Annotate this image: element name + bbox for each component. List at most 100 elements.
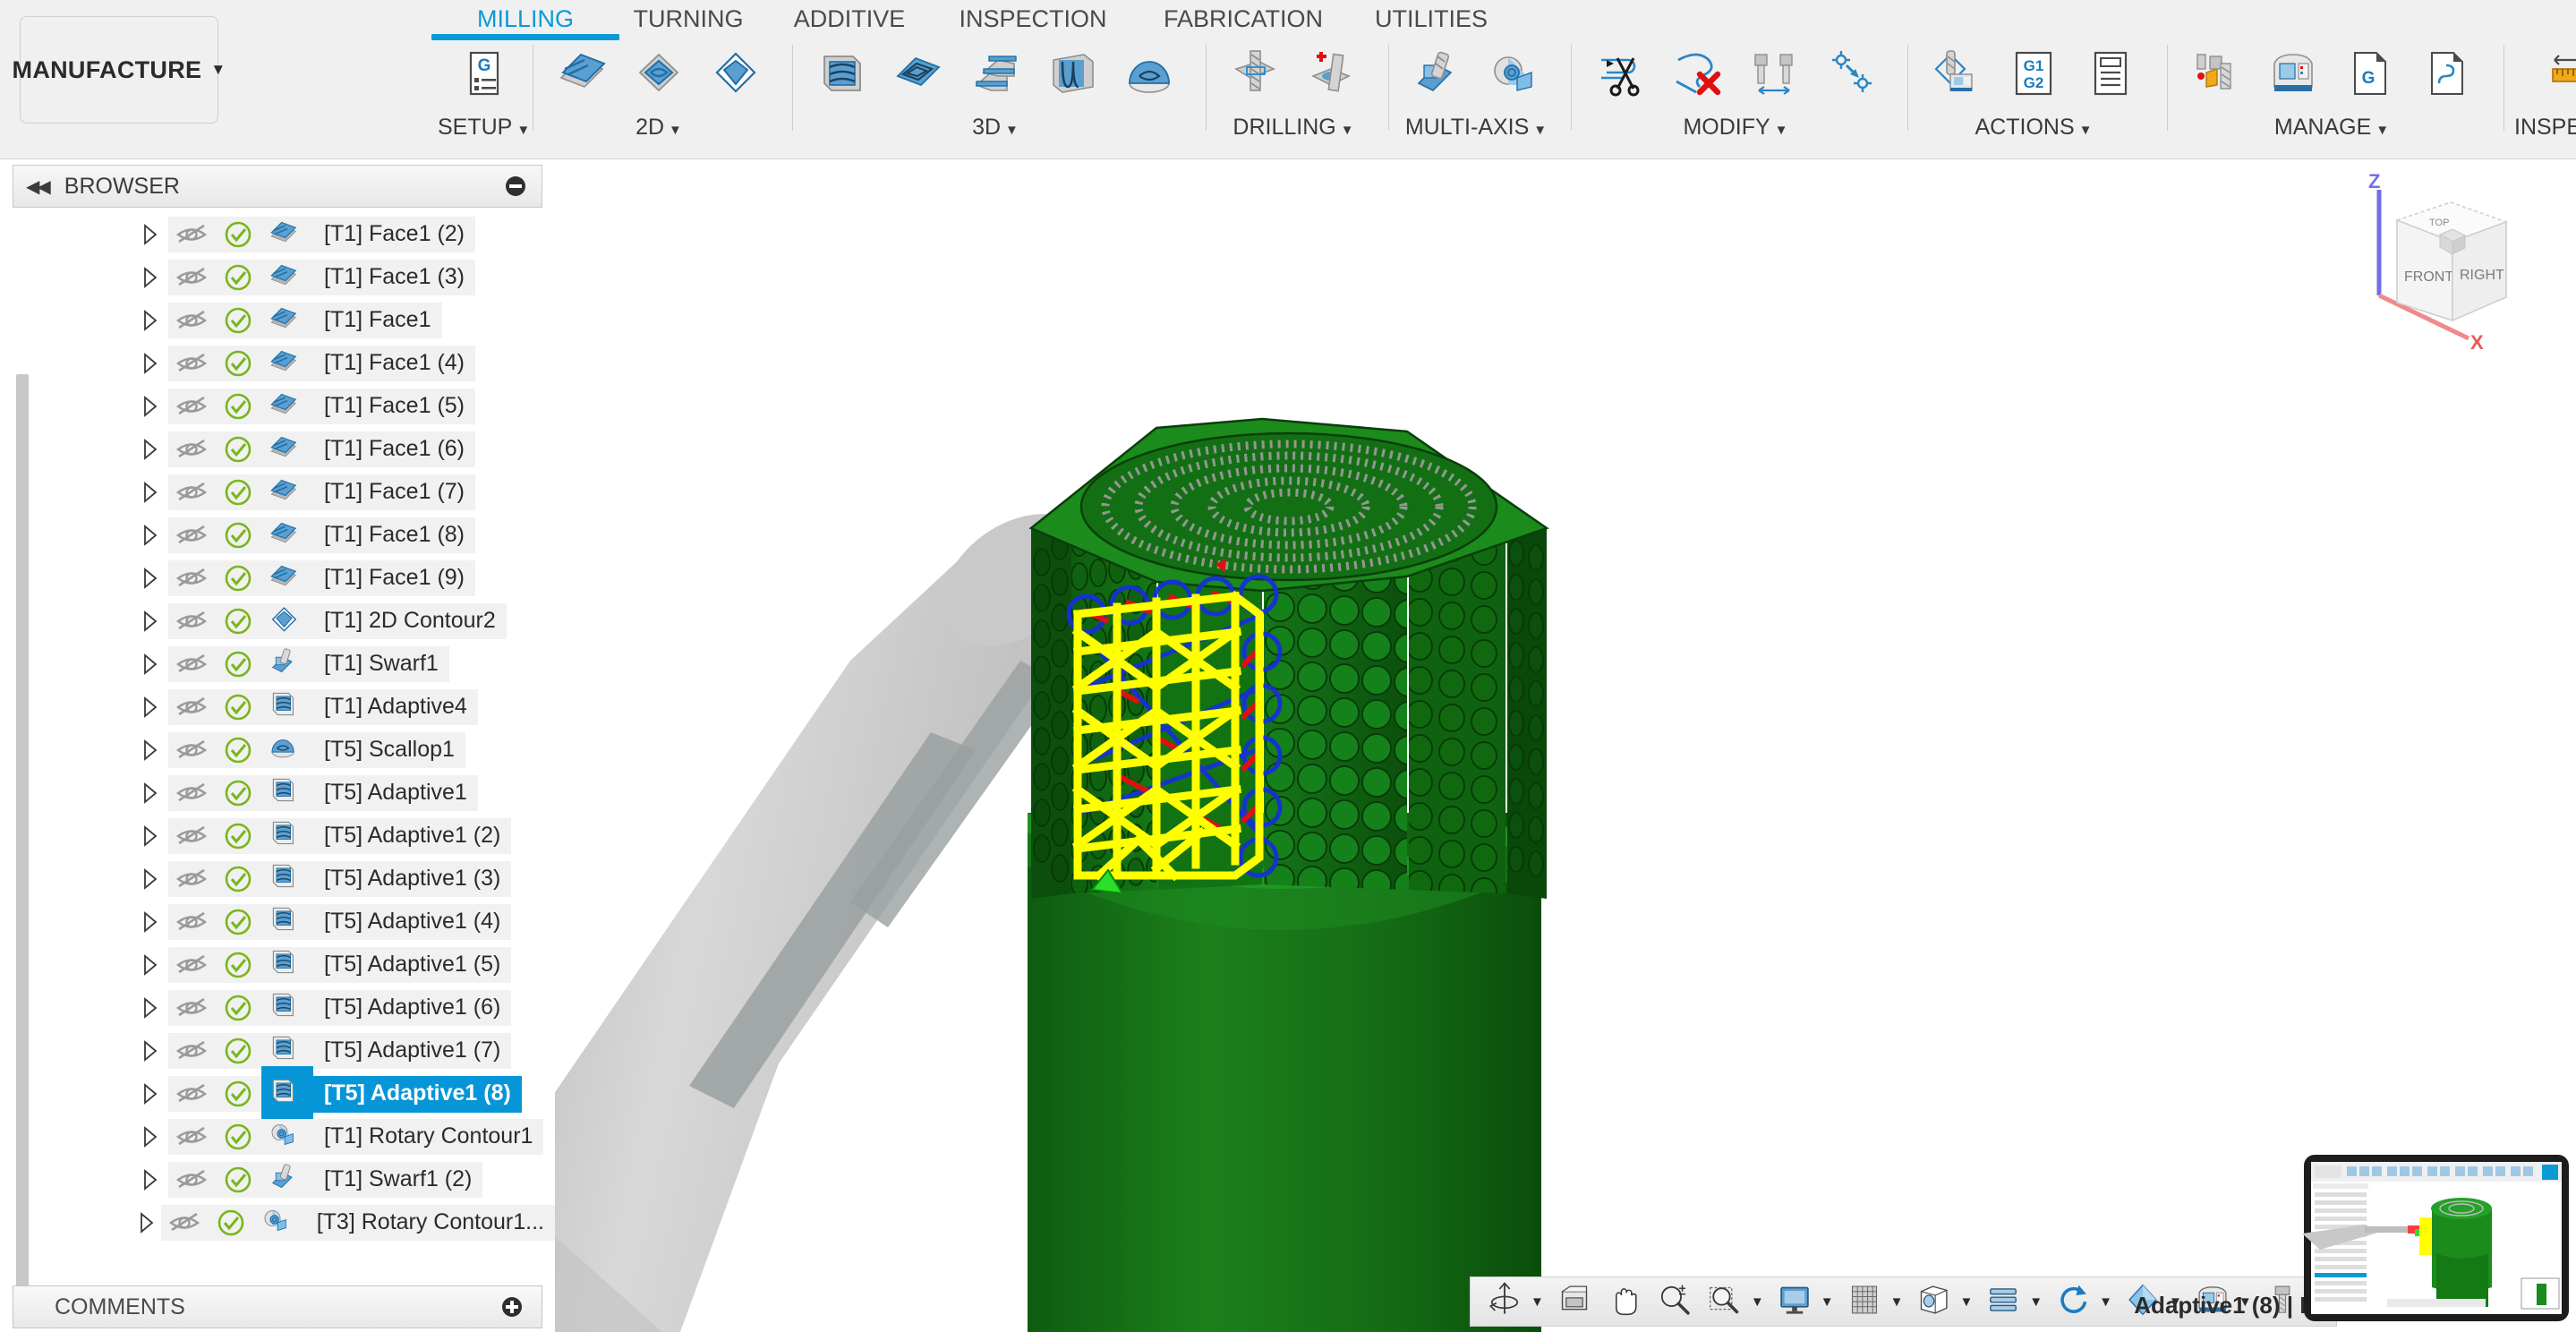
expand-arrow-icon[interactable]: [132, 309, 168, 332]
visibility-hidden-icon[interactable]: [168, 1120, 215, 1154]
ribbon-button-tool-library[interactable]: [2178, 36, 2255, 111]
visibility-hidden-icon[interactable]: [168, 389, 215, 423]
valid-check-icon[interactable]: [215, 1163, 261, 1197]
visibility-hidden-icon[interactable]: [168, 346, 215, 380]
chevron-down-icon[interactable]: ▼: [1890, 1294, 1904, 1310]
nav-zoom-window-button[interactable]: ▼: [1700, 1272, 1770, 1332]
browser-header[interactable]: ◀◀ BROWSER: [13, 165, 542, 208]
add-comment-icon[interactable]: [502, 1297, 522, 1317]
ribbon-button-face[interactable]: [543, 36, 620, 111]
ribbon-button-post-process[interactable]: G: [2332, 36, 2409, 111]
view-cube[interactable]: Z X TOP FRONT RIGHT: [2343, 170, 2558, 376]
valid-check-icon[interactable]: [215, 647, 261, 681]
ribbon-button-measure-ruler[interactable]: [2533, 36, 2576, 111]
expand-arrow-icon[interactable]: [132, 1039, 168, 1063]
expand-arrow-icon[interactable]: [132, 781, 168, 805]
visibility-hidden-icon[interactable]: [168, 991, 215, 1025]
valid-check-icon[interactable]: [215, 260, 261, 295]
ribbon-button-machine-library[interactable]: [2255, 36, 2332, 111]
expand-arrow-icon[interactable]: [132, 223, 168, 246]
ribbon-button-adaptive-3d[interactable]: [803, 36, 880, 111]
expand-arrow-icon[interactable]: [132, 438, 168, 461]
chevron-down-icon[interactable]: ▼: [1821, 1294, 1834, 1310]
visibility-hidden-icon[interactable]: [168, 647, 215, 681]
chevron-down-icon[interactable]: ▼: [2029, 1294, 2043, 1310]
expand-arrow-icon[interactable]: [132, 1168, 168, 1191]
visibility-hidden-icon[interactable]: [168, 819, 215, 853]
chevron-down-icon[interactable]: ▼: [1751, 1294, 1764, 1310]
ribbon-group-label[interactable]: MULTI-AXIS ▼: [1405, 115, 1547, 141]
valid-check-icon[interactable]: [215, 1120, 261, 1154]
workspace-switcher-button[interactable]: MANUFACTURE ▼: [13, 16, 226, 124]
ribbon-group-label[interactable]: SETUP ▼: [438, 115, 530, 141]
valid-check-icon[interactable]: [215, 303, 261, 337]
visibility-hidden-icon[interactable]: [168, 905, 215, 939]
expand-arrow-icon[interactable]: [132, 481, 168, 504]
valid-check-icon[interactable]: [208, 1206, 254, 1240]
3d-canvas[interactable]: Z X TOP FRONT RIGHT ▼▼▼▼▼▼▼▼▼▼: [555, 159, 2576, 1332]
valid-check-icon[interactable]: [215, 518, 261, 552]
expand-arrow-icon[interactable]: [132, 524, 168, 547]
nav-look-at-button[interactable]: [1549, 1272, 1599, 1332]
nav-grid-snap-button[interactable]: ▼: [1839, 1272, 1909, 1332]
ribbon-button-parallel[interactable]: [1034, 36, 1111, 111]
valid-check-icon[interactable]: [215, 862, 261, 896]
expand-arrow-icon[interactable]: [132, 395, 168, 418]
visibility-hidden-icon[interactable]: [168, 561, 215, 595]
visibility-hidden-icon[interactable]: [168, 862, 215, 896]
valid-check-icon[interactable]: [215, 733, 261, 767]
ribbon-button-contour-2d[interactable]: [697, 36, 774, 111]
valid-check-icon[interactable]: [215, 819, 261, 853]
ribbon-button-drill[interactable]: [1216, 36, 1293, 111]
ribbon-group-label[interactable]: DRILLING ▼: [1233, 115, 1353, 141]
valid-check-icon[interactable]: [215, 948, 261, 982]
ribbon-button-delete-toolpath[interactable]: [1659, 36, 1736, 111]
expand-arrow-icon[interactable]: [132, 352, 168, 375]
nav-viewports-button[interactable]: ▼: [1908, 1272, 1978, 1332]
nav-orbit-button[interactable]: ▼: [1480, 1272, 1549, 1332]
visibility-hidden-icon[interactable]: [168, 518, 215, 552]
ribbon-group-label[interactable]: 2D ▼: [635, 115, 682, 141]
visibility-hidden-icon[interactable]: [168, 690, 215, 724]
ribbon-group-label[interactable]: INSPECT▼: [2514, 115, 2576, 141]
collapse-left-icon[interactable]: ◀◀: [26, 175, 51, 198]
expand-arrow-icon[interactable]: [132, 610, 168, 633]
visibility-hidden-icon[interactable]: [168, 218, 215, 252]
valid-check-icon[interactable]: [215, 604, 261, 638]
nav-zoom-button[interactable]: [1650, 1272, 1700, 1332]
valid-check-icon[interactable]: [215, 432, 261, 466]
comments-panel-header[interactable]: COMMENTS: [13, 1285, 542, 1328]
ribbon-button-pocket-3d[interactable]: [880, 36, 957, 111]
ribbon-button-nc-program[interactable]: [2409, 36, 2486, 111]
visibility-hidden-icon[interactable]: [168, 1034, 215, 1068]
ribbon-group-label[interactable]: MODIFY ▼: [1683, 115, 1787, 141]
expand-arrow-icon[interactable]: [132, 739, 168, 762]
valid-check-icon[interactable]: [215, 1077, 261, 1111]
visibility-hidden-icon[interactable]: [168, 475, 215, 509]
chevron-down-icon[interactable]: ▼: [1531, 1294, 1544, 1310]
visibility-hidden-icon[interactable]: [168, 303, 215, 337]
nav-toolpath-display-button[interactable]: ▼: [1978, 1272, 2048, 1332]
expand-arrow-icon[interactable]: [132, 1082, 168, 1106]
visibility-hidden-icon[interactable]: [168, 604, 215, 638]
valid-check-icon[interactable]: [215, 776, 261, 810]
expand-arrow-icon[interactable]: [132, 824, 168, 848]
ribbon-tab-utilities[interactable]: UTILITIES: [1315, 0, 1548, 33]
nav-pan-hand-button[interactable]: [1599, 1272, 1650, 1332]
expand-arrow-icon[interactable]: [132, 266, 168, 289]
ribbon-group-label[interactable]: ACTIONS ▼: [1975, 115, 2093, 141]
expand-arrow-icon[interactable]: [132, 867, 168, 891]
expand-arrow-icon[interactable]: [132, 696, 168, 719]
expand-arrow-icon[interactable]: [132, 653, 168, 676]
ribbon-group-label[interactable]: MANAGE ▼: [2274, 115, 2389, 141]
nav-display-settings-button[interactable]: ▼: [1770, 1272, 1839, 1332]
visibility-hidden-icon[interactable]: [168, 733, 215, 767]
ribbon-button-transform[interactable]: [1813, 36, 1889, 111]
expand-arrow-icon[interactable]: [132, 1211, 161, 1234]
ribbon-button-rotary[interactable]: [1476, 36, 1553, 111]
visibility-hidden-icon[interactable]: [168, 1163, 215, 1197]
ribbon-button-setup-g[interactable]: G: [446, 36, 523, 111]
expand-arrow-icon[interactable]: [132, 953, 168, 977]
ribbon-button-bore[interactable]: [1293, 36, 1370, 111]
ribbon-button-setup-sheet[interactable]: [2072, 36, 2149, 111]
